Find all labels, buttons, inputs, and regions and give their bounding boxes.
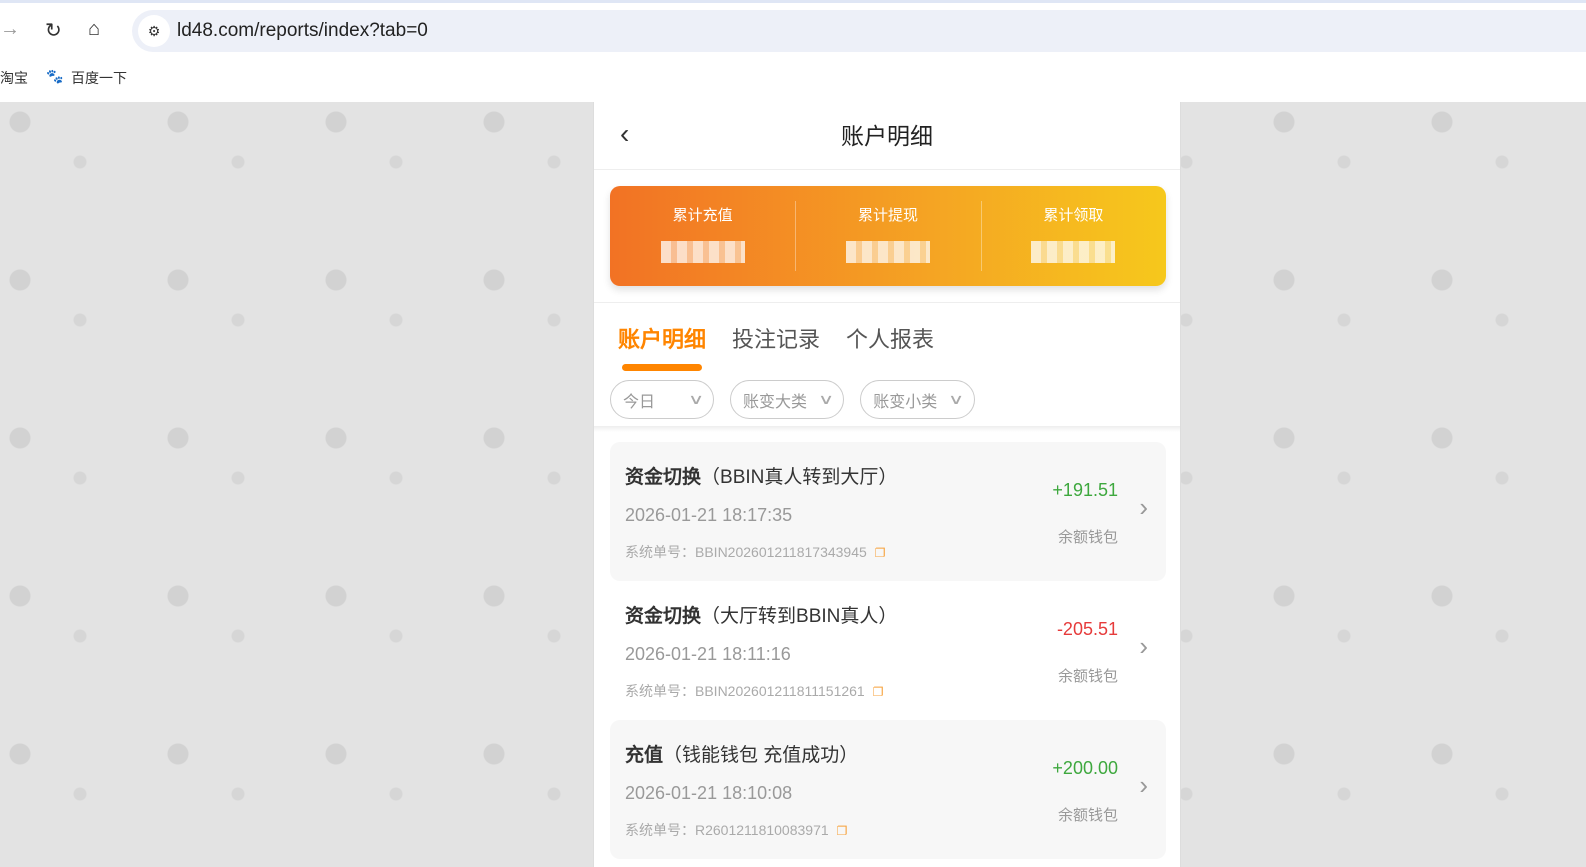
summary-card: 累计充值 累计提现 累计领取 — [610, 186, 1166, 286]
amount: +191.51 — [1052, 480, 1118, 500]
list-item[interactable]: 资金切换（BBIN真人转到大厅） 2026-01-21 18:17:35 系统单… — [610, 442, 1166, 581]
filter-bar: 今日 ∨ 账变大类 ∨ 账变小类 ∨ — [610, 380, 975, 419]
summary-claim: 累计领取 — [980, 186, 1166, 286]
chevron-right-icon: › — [1139, 492, 1148, 522]
subcategory-filter[interactable]: 账变小类 ∨ — [860, 380, 975, 419]
copy-icon[interactable]: ❐ — [837, 824, 848, 838]
record-list: 资金切换（BBIN真人转到大厅） 2026-01-21 18:17:35 系统单… — [610, 442, 1166, 859]
address-bar[interactable]: ⚙ ld48.com/reports/index?tab=0 — [132, 10, 1586, 52]
list-item[interactable]: 充值（钱能钱包 充值成功） 2026-01-21 18:10:08 系统单号：R… — [610, 720, 1166, 859]
amount: -205.51 — [1056, 619, 1118, 639]
page-title: 账户明细 — [841, 123, 933, 149]
tab-account-details[interactable]: 账户明细 — [618, 322, 706, 371]
baidu-paw-icon: 🐾 — [46, 68, 64, 84]
summary-withdraw: 累计提现 — [795, 186, 980, 286]
blurred-value — [845, 241, 930, 263]
bookmark-taobao[interactable]: 淘宝 — [0, 68, 28, 88]
tab-personal-report[interactable]: 个人报表 — [846, 322, 934, 354]
category-filter[interactable]: 账变大类 ∨ — [730, 380, 845, 419]
list-item[interactable]: 资金切换（大厅转到BBIN真人） 2026-01-21 18:11:16 系统单… — [610, 581, 1166, 720]
browser-toolbar: → ↻ ⌂ ⚙ ld48.com/reports/index?tab=0 — [0, 10, 1586, 52]
app-view: ‹ 账户明细 累计充值 累计提现 累计领取 账户明细 投注记录 个人报表 今日 ∨… — [593, 102, 1181, 867]
copy-icon[interactable]: ❐ — [873, 685, 884, 699]
forward-icon[interactable]: → — [0, 18, 20, 41]
chevron-right-icon: › — [1139, 770, 1148, 800]
reload-icon[interactable]: ↻ — [45, 18, 62, 43]
back-icon[interactable]: ‹ — [620, 118, 629, 150]
tab-bet-records[interactable]: 投注记录 — [732, 322, 820, 354]
summary-recharge: 累计充值 — [610, 186, 795, 286]
page-header: ‹ 账户明细 — [594, 102, 1180, 170]
bookmark-baidu[interactable]: 百度一下 — [71, 68, 127, 88]
site-settings-icon[interactable]: ⚙ — [138, 15, 170, 47]
date-filter[interactable]: 今日 ∨ — [610, 380, 714, 419]
divider — [594, 426, 1180, 432]
tab-strip — [0, 0, 1586, 3]
blurred-value — [660, 241, 745, 263]
blurred-value — [1031, 241, 1116, 263]
divider — [594, 302, 1180, 303]
chevron-right-icon: › — [1139, 631, 1148, 661]
home-icon[interactable]: ⌂ — [88, 18, 100, 41]
copy-icon[interactable]: ❐ — [875, 546, 886, 560]
chevron-down-icon: ∨ — [687, 391, 705, 407]
url-text[interactable]: ld48.com/reports/index?tab=0 — [177, 20, 428, 42]
amount: +200.00 — [1052, 758, 1118, 778]
chevron-down-icon: ∨ — [948, 391, 965, 407]
chevron-down-icon: ∨ — [817, 391, 835, 407]
tab-bar: 账户明细 投注记录 个人报表 — [618, 322, 934, 371]
